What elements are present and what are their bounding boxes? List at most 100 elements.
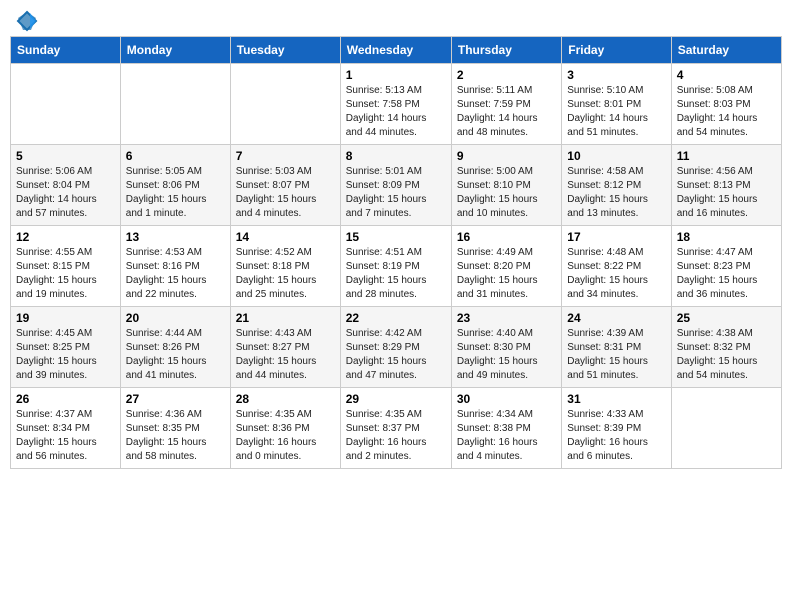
day-number: 1: [346, 68, 446, 82]
day-number: 22: [346, 311, 446, 325]
day-of-week-header: Tuesday: [230, 37, 340, 64]
day-info: Sunrise: 4:37 AM Sunset: 8:34 PM Dayligh…: [16, 408, 115, 464]
day-number: 14: [236, 230, 335, 244]
day-number: 28: [236, 392, 335, 406]
calendar-cell: 7 Sunrise: 5:03 AM Sunset: 8:07 PM Daylig…: [230, 145, 340, 226]
day-info: Sunrise: 4:56 AM Sunset: 8:13 PM Dayligh…: [677, 165, 776, 221]
day-info: Sunrise: 4:40 AM Sunset: 8:30 PM Dayligh…: [457, 327, 556, 383]
calendar-cell: 14 Sunrise: 4:52 AM Sunset: 8:18 PM Dayli…: [230, 226, 340, 307]
logo: [14, 10, 38, 28]
calendar-cell: [11, 64, 121, 145]
day-number: 21: [236, 311, 335, 325]
day-number: 7: [236, 149, 335, 163]
day-info: Sunrise: 4:49 AM Sunset: 8:20 PM Dayligh…: [457, 246, 556, 302]
calendar-cell: 15 Sunrise: 4:51 AM Sunset: 8:19 PM Dayli…: [340, 226, 451, 307]
day-info: Sunrise: 5:10 AM Sunset: 8:01 PM Dayligh…: [567, 84, 665, 140]
calendar-cell: 20Sunrise: 4:44 AM Sunset: 8:26 PM Dayli…: [120, 307, 230, 388]
day-info: Sunrise: 4:33 AM Sunset: 8:39 PM Dayligh…: [567, 408, 665, 464]
day-info: Sunrise: 4:55 AM Sunset: 8:15 PM Dayligh…: [16, 246, 115, 302]
logo-icon: [16, 10, 38, 32]
calendar-cell: 11 Sunrise: 4:56 AM Sunset: 8:13 PM Dayli…: [671, 145, 781, 226]
day-of-week-header: Sunday: [11, 37, 121, 64]
calendar-cell: 13Sunrise: 4:53 AM Sunset: 8:16 PM Dayli…: [120, 226, 230, 307]
day-number: 11: [677, 149, 776, 163]
day-info: Sunrise: 4:35 AM Sunset: 8:36 PM Dayligh…: [236, 408, 335, 464]
calendar-cell: 1 Sunrise: 5:13 AM Sunset: 7:58 PM Daylig…: [340, 64, 451, 145]
day-number: 10: [567, 149, 665, 163]
day-number: 15: [346, 230, 446, 244]
calendar-week-row: 1 Sunrise: 5:13 AM Sunset: 7:58 PM Daylig…: [11, 64, 782, 145]
calendar-cell: 9 Sunrise: 5:00 AM Sunset: 8:10 PM Daylig…: [451, 145, 561, 226]
day-number: 29: [346, 392, 446, 406]
day-info: Sunrise: 5:00 AM Sunset: 8:10 PM Dayligh…: [457, 165, 556, 221]
day-number: 6: [126, 149, 225, 163]
day-number: 8: [346, 149, 446, 163]
calendar-cell: 2 Sunrise: 5:11 AM Sunset: 7:59 PM Daylig…: [451, 64, 561, 145]
calendar-table: SundayMondayTuesdayWednesdayThursdayFrid…: [10, 36, 782, 469]
calendar-cell: 12Sunrise: 4:55 AM Sunset: 8:15 PM Dayli…: [11, 226, 121, 307]
calendar-week-row: 26Sunrise: 4:37 AM Sunset: 8:34 PM Dayli…: [11, 388, 782, 469]
calendar-cell: 27Sunrise: 4:36 AM Sunset: 8:35 PM Dayli…: [120, 388, 230, 469]
day-number: 9: [457, 149, 556, 163]
day-info: Sunrise: 4:39 AM Sunset: 8:31 PM Dayligh…: [567, 327, 665, 383]
day-of-week-header: Friday: [562, 37, 671, 64]
day-info: Sunrise: 5:11 AM Sunset: 7:59 PM Dayligh…: [457, 84, 556, 140]
calendar-cell: 17 Sunrise: 4:48 AM Sunset: 8:22 PM Dayli…: [562, 226, 671, 307]
calendar-week-row: 12Sunrise: 4:55 AM Sunset: 8:15 PM Dayli…: [11, 226, 782, 307]
calendar-cell: [120, 64, 230, 145]
day-info: Sunrise: 5:03 AM Sunset: 8:07 PM Dayligh…: [236, 165, 335, 221]
calendar-week-row: 5 Sunrise: 5:06 AM Sunset: 8:04 PM Daylig…: [11, 145, 782, 226]
calendar-cell: 18 Sunrise: 4:47 AM Sunset: 8:23 PM Dayli…: [671, 226, 781, 307]
calendar-cell: 31 Sunrise: 4:33 AM Sunset: 8:39 PM Dayli…: [562, 388, 671, 469]
day-info: Sunrise: 4:51 AM Sunset: 8:19 PM Dayligh…: [346, 246, 446, 302]
day-number: 27: [126, 392, 225, 406]
day-info: Sunrise: 4:45 AM Sunset: 8:25 PM Dayligh…: [16, 327, 115, 383]
calendar-cell: 24 Sunrise: 4:39 AM Sunset: 8:31 PM Dayli…: [562, 307, 671, 388]
day-info: Sunrise: 4:34 AM Sunset: 8:38 PM Dayligh…: [457, 408, 556, 464]
calendar-cell: 3Sunrise: 5:10 AM Sunset: 8:01 PM Daylig…: [562, 64, 671, 145]
day-info: Sunrise: 4:48 AM Sunset: 8:22 PM Dayligh…: [567, 246, 665, 302]
calendar-cell: 29 Sunrise: 4:35 AM Sunset: 8:37 PM Dayli…: [340, 388, 451, 469]
day-info: Sunrise: 5:01 AM Sunset: 8:09 PM Dayligh…: [346, 165, 446, 221]
day-info: Sunrise: 4:52 AM Sunset: 8:18 PM Dayligh…: [236, 246, 335, 302]
day-info: Sunrise: 5:06 AM Sunset: 8:04 PM Dayligh…: [16, 165, 115, 221]
day-info: Sunrise: 4:47 AM Sunset: 8:23 PM Dayligh…: [677, 246, 776, 302]
calendar-week-row: 19Sunrise: 4:45 AM Sunset: 8:25 PM Dayli…: [11, 307, 782, 388]
calendar-cell: 23 Sunrise: 4:40 AM Sunset: 8:30 PM Dayli…: [451, 307, 561, 388]
calendar-cell: 10 Sunrise: 4:58 AM Sunset: 8:12 PM Dayli…: [562, 145, 671, 226]
calendar-cell: 26Sunrise: 4:37 AM Sunset: 8:34 PM Dayli…: [11, 388, 121, 469]
day-number: 24: [567, 311, 665, 325]
day-info: Sunrise: 5:08 AM Sunset: 8:03 PM Dayligh…: [677, 84, 776, 140]
day-number: 18: [677, 230, 776, 244]
day-number: 20: [126, 311, 225, 325]
day-info: Sunrise: 4:53 AM Sunset: 8:16 PM Dayligh…: [126, 246, 225, 302]
calendar-cell: 4 Sunrise: 5:08 AM Sunset: 8:03 PM Daylig…: [671, 64, 781, 145]
day-of-week-header: Saturday: [671, 37, 781, 64]
calendar-cell: 30 Sunrise: 4:34 AM Sunset: 8:38 PM Dayli…: [451, 388, 561, 469]
day-number: 23: [457, 311, 556, 325]
day-number: 16: [457, 230, 556, 244]
page-header: [10, 10, 782, 28]
calendar-cell: 28 Sunrise: 4:35 AM Sunset: 8:36 PM Dayli…: [230, 388, 340, 469]
day-of-week-header: Thursday: [451, 37, 561, 64]
day-info: Sunrise: 4:35 AM Sunset: 8:37 PM Dayligh…: [346, 408, 446, 464]
day-number: 2: [457, 68, 556, 82]
day-info: Sunrise: 4:43 AM Sunset: 8:27 PM Dayligh…: [236, 327, 335, 383]
calendar-header-row: SundayMondayTuesdayWednesdayThursdayFrid…: [11, 37, 782, 64]
calendar-cell: 21 Sunrise: 4:43 AM Sunset: 8:27 PM Dayli…: [230, 307, 340, 388]
day-info: Sunrise: 4:58 AM Sunset: 8:12 PM Dayligh…: [567, 165, 665, 221]
calendar-cell: 5 Sunrise: 5:06 AM Sunset: 8:04 PM Daylig…: [11, 145, 121, 226]
calendar-cell: 8 Sunrise: 5:01 AM Sunset: 8:09 PM Daylig…: [340, 145, 451, 226]
day-number: 31: [567, 392, 665, 406]
day-number: 30: [457, 392, 556, 406]
calendar-cell: 25Sunrise: 4:38 AM Sunset: 8:32 PM Dayli…: [671, 307, 781, 388]
calendar-cell: [671, 388, 781, 469]
day-info: Sunrise: 4:42 AM Sunset: 8:29 PM Dayligh…: [346, 327, 446, 383]
day-of-week-header: Wednesday: [340, 37, 451, 64]
calendar-cell: 19Sunrise: 4:45 AM Sunset: 8:25 PM Dayli…: [11, 307, 121, 388]
day-number: 5: [16, 149, 115, 163]
day-number: 4: [677, 68, 776, 82]
day-number: 17: [567, 230, 665, 244]
calendar-cell: 16 Sunrise: 4:49 AM Sunset: 8:20 PM Dayli…: [451, 226, 561, 307]
day-info: Sunrise: 5:13 AM Sunset: 7:58 PM Dayligh…: [346, 84, 446, 140]
